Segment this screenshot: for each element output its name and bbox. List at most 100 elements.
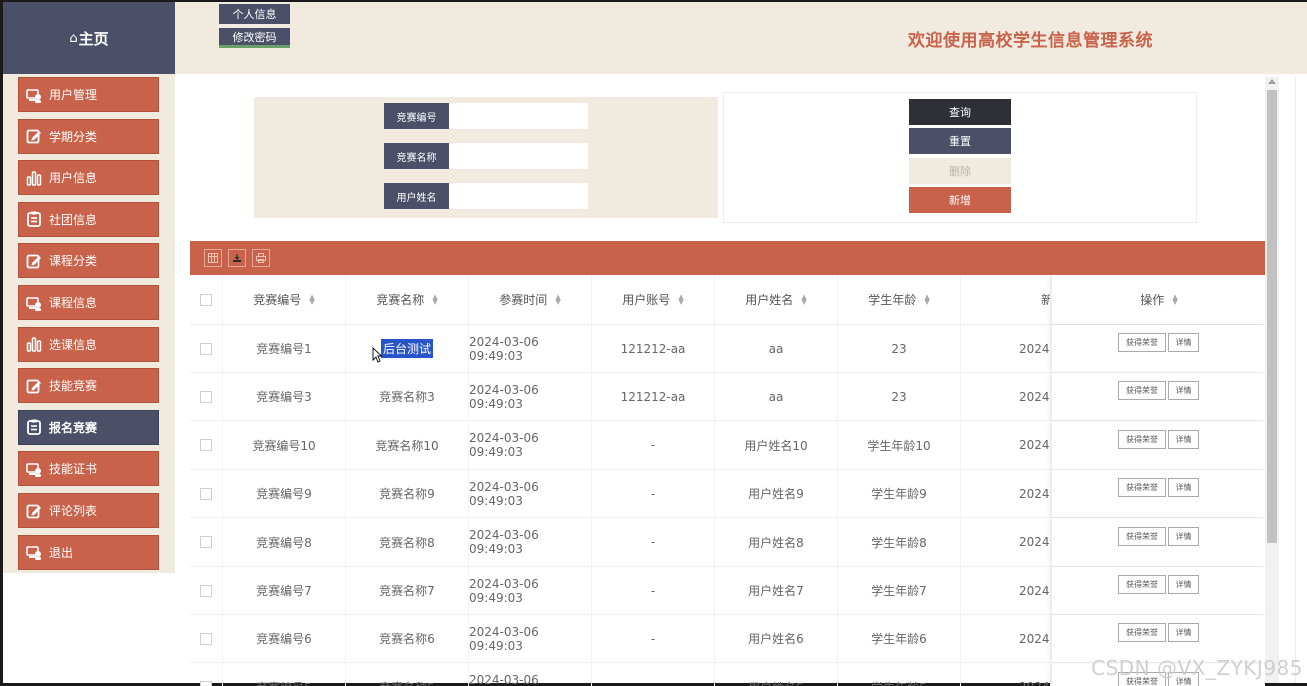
export-icon[interactable] [228, 249, 246, 267]
column-header[interactable]: 用户姓名 ▲ ▼ [715, 275, 838, 324]
row-checkbox[interactable] [200, 681, 212, 686]
print-icon[interactable] [252, 249, 270, 267]
row-select-cell [190, 325, 223, 372]
column-header[interactable]: 竞赛编号 ▲ ▼ [223, 275, 346, 324]
cell-text: 用户姓名6 [748, 632, 804, 647]
cell-text: 2024-0 [1019, 438, 1050, 453]
table-cell: 竞赛名称3 [346, 373, 469, 421]
sidebar-item[interactable]: 报名竞赛 [18, 409, 159, 445]
user-name-input[interactable] [449, 183, 588, 209]
cell-text: 2024-0 [1019, 486, 1050, 501]
get-honor-button[interactable]: 获得荣誉 [1118, 623, 1166, 643]
row-checkbox[interactable] [200, 632, 212, 645]
row-actions: 获得荣誉 详情 [1118, 429, 1201, 449]
cell-text: 竞赛编号7 [256, 584, 312, 598]
table-cell: 竞赛编号9 [223, 470, 346, 518]
table-row[interactable]: 竞赛编号8 竞赛名称8 2024-03-06 09:49:03 - 用户姓名8 学生年龄8… [190, 518, 1265, 567]
detail-button[interactable]: 详情 [1168, 381, 1199, 401]
sort-icon[interactable]: ▲ ▼ [555, 293, 560, 305]
row-checkbox[interactable] [200, 487, 212, 500]
row-checkbox[interactable] [200, 439, 212, 452]
cell-text: - [650, 535, 656, 550]
competition-name-input[interactable] [449, 143, 588, 169]
cell-text: 121212-aa [620, 341, 686, 356]
table-cell: 用户姓名10 [715, 421, 838, 469]
detail-button[interactable]: 详情 [1168, 575, 1199, 594]
cell-text: - [650, 631, 656, 646]
sidebar-item[interactable]: 技能竞赛 [18, 368, 159, 404]
user-computer-icon [25, 460, 43, 478]
cell-text: 2024-0 [1019, 389, 1050, 404]
get-honor-button[interactable]: 获得荣誉 [1118, 526, 1166, 546]
competition-no-input[interactable] [449, 103, 588, 129]
get-honor-button[interactable]: 获得荣誉 [1118, 381, 1166, 401]
grid-icon[interactable] [204, 249, 222, 267]
table-cell: 2024-03-06 09:49:03 [469, 373, 592, 421]
column-header[interactable]: 竞赛名称 ▲ ▼ [346, 275, 469, 324]
column-header[interactable]: 学生年龄 ▲ ▼ [838, 275, 961, 324]
sidebar-item[interactable]: 选课信息 [18, 326, 159, 362]
row-checkbox[interactable] [200, 536, 212, 549]
home-link[interactable]: ⌂ 主页 [3, 2, 175, 74]
sidebar-item[interactable]: 学期分类 [18, 118, 159, 154]
sidebar-item[interactable]: 社团信息 [18, 201, 159, 237]
sidebar-item[interactable]: 退出 [18, 534, 159, 570]
table-cell: 121212-aa [592, 325, 715, 372]
change-password-button[interactable]: 修改密码 [219, 28, 290, 48]
get-honor-button[interactable]: 获得荣誉 [1118, 575, 1166, 594]
table-cell: 竞赛名称10 [346, 421, 469, 469]
vertical-scrollbar[interactable] [1265, 77, 1279, 683]
select-all-checkbox[interactable] [200, 293, 212, 306]
row-actions: 获得荣誉 详情 [1118, 526, 1201, 546]
get-honor-button[interactable]: 获得荣誉 [1118, 478, 1166, 498]
sidebar-item-label: 技能证书 [49, 462, 98, 477]
column-header[interactable]: 用户账号 ▲ ▼ [592, 275, 715, 324]
table-cell: 2024-03-06 09:49:03 [469, 325, 592, 372]
table-cell: 2024-03-06 09:49:03 [469, 615, 592, 663]
detail-button[interactable]: 详情 [1168, 526, 1199, 546]
detail-button[interactable]: 详情 [1168, 623, 1199, 643]
add-button[interactable]: 新增 [909, 187, 1011, 213]
sidebar-item[interactable]: 评论列表 [18, 493, 159, 528]
search-field-competition-name: 竞赛名称 [384, 143, 588, 169]
row-checkbox[interactable] [200, 342, 212, 355]
sidebar-item[interactable]: 用户信息 [18, 160, 159, 196]
query-button[interactable]: 查询 [909, 99, 1011, 125]
sidebar-item[interactable]: 技能证书 [18, 451, 159, 487]
row-checkbox[interactable] [200, 390, 212, 403]
column-header[interactable]: 操作 ▲ ▼ [1052, 275, 1265, 324]
sort-icon[interactable]: ▲ ▼ [432, 293, 437, 305]
cell-text: 学生年龄8 [871, 535, 927, 550]
column-header[interactable]: 新 [961, 275, 1051, 324]
table-cell: 2024-03-06 09:49:03 [469, 663, 592, 686]
sort-icon[interactable]: ▲ ▼ [924, 293, 929, 305]
search-label: 竞赛编号 [384, 103, 449, 129]
table-row[interactable]: 竞赛编号10 竞赛名称10 2024-03-06 09:49:03 - 用户姓名10 学生… [190, 421, 1265, 470]
scroll-up-icon[interactable] [1268, 79, 1276, 84]
top-header: 个人信息 修改密码 欢迎使用高校学生信息管理系统 [175, 2, 1307, 74]
sidebar-item[interactable]: 课程分类 [18, 243, 159, 279]
row-checkbox[interactable] [200, 584, 212, 597]
table-row[interactable]: 竞赛编号1 后台测试 2024-03-06 09:49:03 121212-aa aa 2… [190, 325, 1265, 373]
sort-icon[interactable]: ▲ ▼ [801, 293, 806, 305]
sidebar-item[interactable]: 课程信息 [18, 285, 159, 320]
detail-button[interactable]: 详情 [1168, 429, 1199, 449]
detail-button[interactable]: 详情 [1168, 333, 1199, 352]
column-header[interactable]: 参赛时间 ▲ ▼ [469, 275, 592, 324]
get-honor-button[interactable]: 获得荣誉 [1118, 429, 1166, 449]
table-row[interactable]: 竞赛编号3 竞赛名称3 2024-03-06 09:49:03 121212-aa aa… [190, 373, 1265, 422]
home-label: 主页 [78, 29, 109, 48]
get-honor-button[interactable]: 获得荣誉 [1118, 333, 1166, 352]
table-row[interactable]: 竞赛编号9 竞赛名称9 2024-03-06 09:49:03 - 用户姓名9 学生年龄9… [190, 470, 1265, 519]
scrollbar-thumb[interactable] [1267, 90, 1277, 543]
table-row[interactable]: 竞赛编号7 竞赛名称7 2024-03-06 09:49:03 - 用户姓名7 学生年龄7… [190, 567, 1265, 615]
delete-button[interactable]: 删除 [909, 158, 1011, 184]
sort-icon[interactable]: ▲ ▼ [1172, 293, 1177, 305]
sort-icon[interactable]: ▲ ▼ [309, 293, 314, 305]
sidebar-item[interactable]: 用户管理 [18, 77, 159, 112]
profile-button[interactable]: 个人信息 [219, 4, 290, 24]
cell-text: - [651, 680, 655, 686]
sort-icon[interactable]: ▲ ▼ [678, 293, 683, 305]
reset-button[interactable]: 重置 [909, 128, 1011, 154]
detail-button[interactable]: 详情 [1168, 478, 1199, 498]
